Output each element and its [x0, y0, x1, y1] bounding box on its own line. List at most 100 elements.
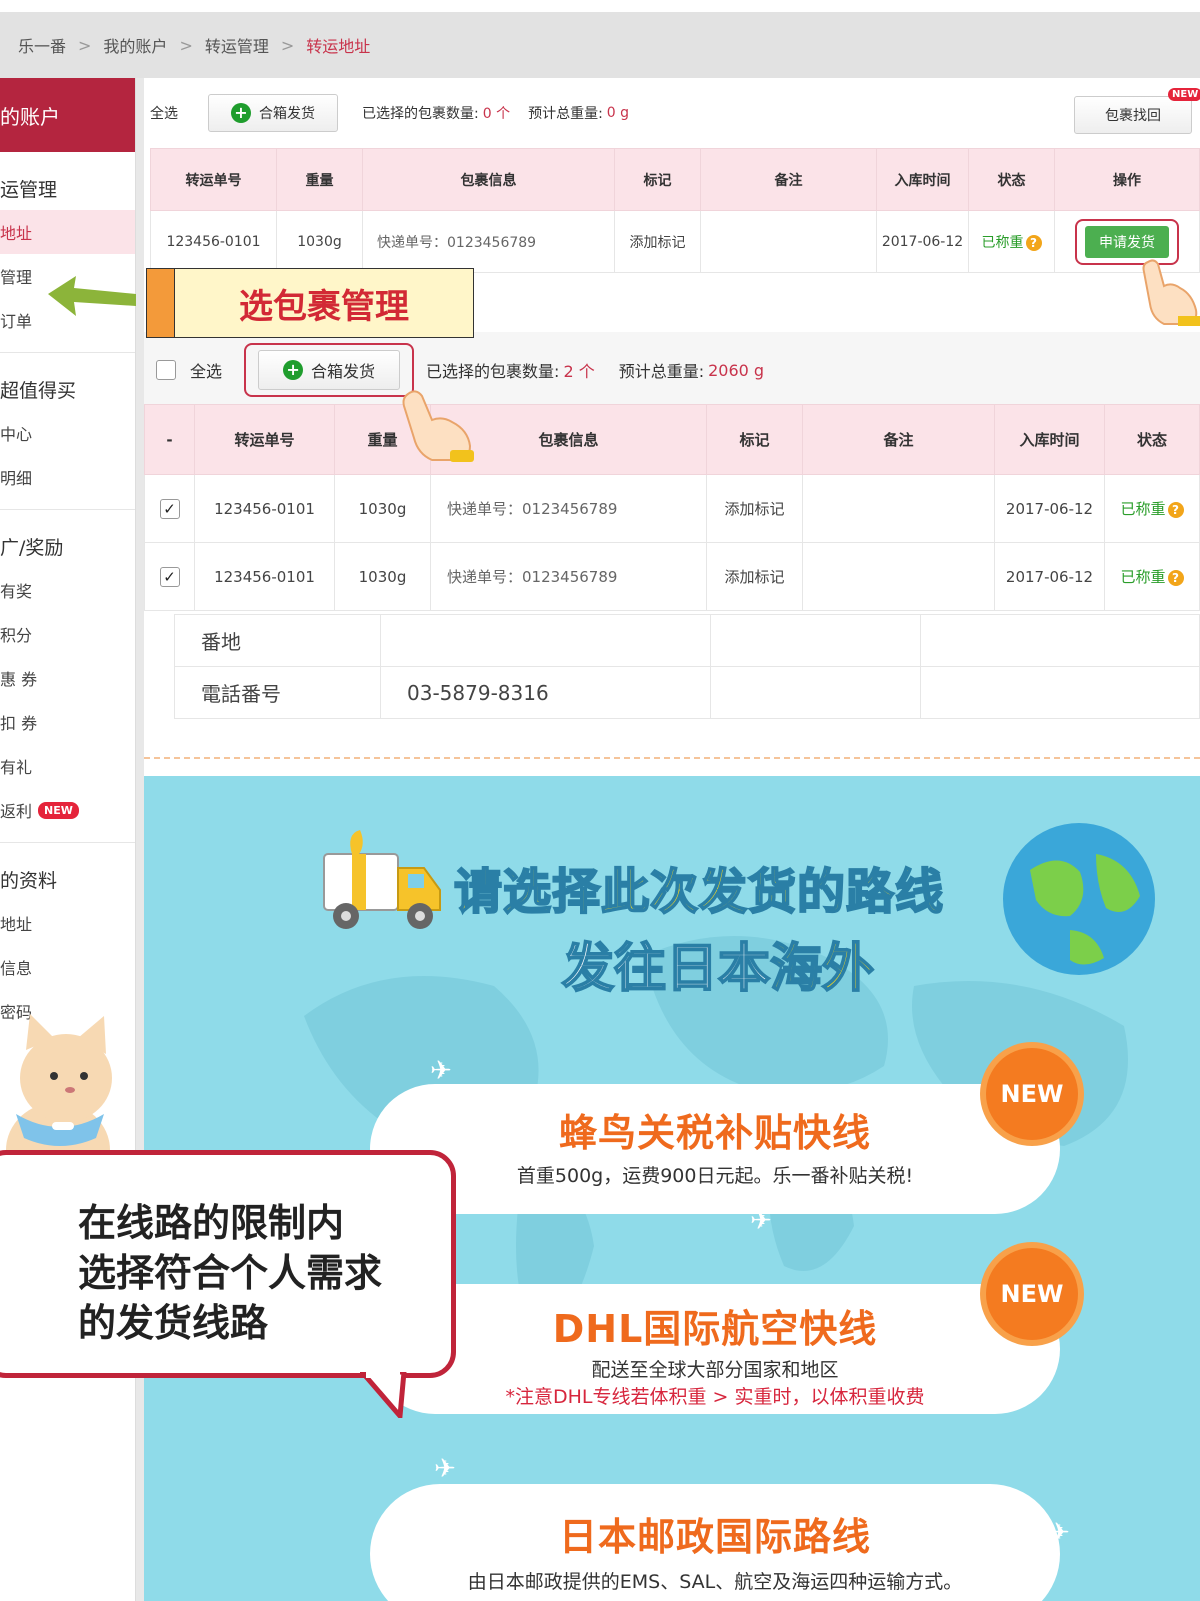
total-weight-value: 0 g	[606, 105, 630, 121]
sidebar-item-detail[interactable]: 明细	[0, 455, 135, 499]
merge-ship-button[interactable]: + 合箱发货	[208, 94, 338, 132]
address-value	[380, 614, 711, 667]
retrieve-package-button[interactable]: 包裹找回	[1074, 96, 1192, 134]
breadcrumb-account[interactable]: 我的账户	[103, 33, 167, 57]
col-header: 操作	[1054, 148, 1200, 211]
address-blank	[710, 666, 921, 719]
sidebar-section-title: 广/奖励	[0, 536, 64, 559]
banner-subtitle: 发往日本海外	[561, 926, 875, 1001]
sidebar-item-label: 返利	[0, 802, 33, 821]
route-card-hummingbird[interactable]: 蜂鸟关税补贴快线 首重500g，运费900日元起。乐一番补贴关税!	[370, 1084, 1060, 1214]
breadcrumb-current: 转运地址	[306, 37, 371, 56]
cell-id: 123456-0101	[194, 542, 335, 611]
route-card-dhl[interactable]: DHL国际航空快线 配送至全球大部分国家和地区 *注意DHL专线若体积重 > 实…	[370, 1284, 1060, 1414]
speech-line: 在线路的限制内	[78, 1201, 345, 1245]
cell-note	[802, 474, 995, 543]
row-checkbox[interactable]: ✓	[159, 566, 180, 587]
pointing-hand-icon	[402, 390, 474, 462]
sidebar-item-center[interactable]: 中心	[0, 411, 135, 455]
row-checkbox[interactable]: ✓	[159, 498, 180, 519]
col-header: 入库时间	[876, 148, 969, 211]
annotation-callout: 选包裹管理	[146, 268, 474, 338]
selected-count-label: 已选择的包裹数量:	[426, 362, 560, 381]
new-badge: NEW	[986, 1048, 1078, 1140]
route-desc: 由日本邮政提供的EMS、SAL、航空及海运四种运输方式。	[467, 1571, 963, 1593]
sidebar-item-points[interactable]: 积分	[0, 612, 135, 656]
breadcrumb-separator: >	[179, 35, 193, 55]
route-title: 日本邮政国际路线	[558, 1515, 871, 1559]
help-icon[interactable]: ?	[1167, 502, 1184, 518]
help-icon[interactable]: ?	[1025, 234, 1042, 251]
breadcrumb-separator: >	[78, 35, 92, 55]
total-weight-label: 预计总重量:	[618, 362, 705, 381]
airplane-icon: ✈	[430, 1056, 452, 1086]
cell-status: 已称重?	[968, 210, 1055, 273]
table-row: 電話番号 03-5879-8316	[174, 666, 1200, 719]
help-icon[interactable]: ?	[1167, 570, 1184, 586]
add-mark-link[interactable]: 添加标记	[706, 474, 803, 543]
sidebar-item-prize[interactable]: 有奖	[0, 568, 135, 612]
cell-info: 快递单号：0123456789	[362, 210, 615, 273]
total-weight-label: 预计总重量:	[528, 106, 603, 122]
banner-title: 请选择此次发货的路线	[453, 863, 945, 921]
sidebar-item-gift[interactable]: 有礼	[0, 744, 135, 788]
sidebar-divider	[0, 509, 135, 510]
col-header: 备注	[802, 404, 995, 475]
cell-date: 2017-06-12	[876, 210, 969, 273]
route-warning: *注意DHL专线若体积重 > 实重时，以体积重收费	[505, 1386, 925, 1408]
col-header: 状态	[1104, 404, 1200, 475]
sidebar-item-info[interactable]: 信息	[0, 945, 135, 989]
sidebar-item-coupon[interactable]: 惠 券	[0, 656, 135, 700]
plus-icon: +	[231, 103, 251, 123]
selected-count-value: 2 个	[563, 362, 595, 381]
screenshot-root: 乐一番 > 我的账户 > 转运管理 > 转运地址 的账户 运管理 地址 管理 订…	[0, 0, 1200, 1601]
add-mark-link[interactable]: 添加标记	[614, 210, 701, 273]
toolbar-top: 全选 + 合箱发货 已选择的包裹数量: 0 个 预计总重量: 0 g 包裹找回 …	[144, 78, 1200, 148]
cell-date: 2017-06-12	[994, 474, 1105, 543]
sidebar-section-title: 的资料	[0, 869, 58, 892]
select-all-checkbox[interactable]	[156, 360, 176, 380]
selected-count-label: 已选择的包裹数量:	[362, 106, 479, 122]
speech-line: 选择符合个人需求	[78, 1251, 383, 1295]
breadcrumb-home[interactable]: 乐一番	[18, 33, 66, 57]
breadcrumb-transfer[interactable]: 转运管理	[205, 33, 269, 57]
select-all-label[interactable]: 全选	[150, 103, 178, 123]
arrow-left-icon	[48, 276, 136, 316]
speech-text: 在线路的限制内 选择符合个人需求 的发货线路	[78, 1198, 382, 1348]
col-header: 转运单号	[150, 148, 277, 211]
route-card-japan-post[interactable]: 日本邮政国际路线 由日本邮政提供的EMS、SAL、航空及海运四种运输方式。	[370, 1484, 1060, 1601]
select-all-label[interactable]: 全选	[190, 358, 222, 382]
col-header: 标记	[614, 148, 701, 211]
sidebar-item-my-address[interactable]: 地址	[0, 901, 135, 945]
merge-ship-label: 合箱发货	[311, 362, 376, 381]
speech-line: 的发货线路	[78, 1301, 269, 1345]
new-badge: NEW	[986, 1248, 1078, 1340]
address-blank	[710, 614, 921, 667]
address-blank	[920, 666, 1200, 719]
package-table-top: 转运单号 重量 包裹信息 标记 备注 入库时间 状态 操作 123456-010…	[150, 148, 1200, 273]
add-mark-link[interactable]: 添加标记	[706, 542, 803, 611]
address-blank	[920, 614, 1200, 667]
route-desc: 配送至全球大部分国家和地区	[591, 1359, 839, 1381]
selected-count-value: 0 个	[482, 106, 511, 122]
col-header: -	[144, 404, 195, 475]
merge-ship-button[interactable]: + 合箱发货	[258, 350, 401, 390]
col-header: 状态	[968, 148, 1055, 211]
speech-bubble-tail	[360, 1372, 407, 1418]
sidebar-item-address[interactable]: 地址	[0, 210, 135, 254]
merge-ship-highlight: + 合箱发货	[244, 343, 415, 397]
col-header: 备注	[700, 148, 877, 211]
sidebar-item-deduct-coupon[interactable]: 扣 券	[0, 700, 135, 744]
toolbar-bottom: 全选 + 合箱发货 已选择的包裹数量: 2 个 预计总重量: 2060 g	[144, 332, 1200, 408]
sidebar-item-rebate[interactable]: 返利 NEW	[0, 788, 135, 832]
status-badge: 已称重	[981, 234, 1024, 251]
col-header: 标记	[706, 404, 803, 475]
address-value: 03-5879-8316	[380, 666, 711, 719]
table-row: 番地	[174, 614, 1200, 667]
route-title: DHL国际航空快线	[552, 1307, 878, 1351]
total-weight-value: 2060 g	[708, 360, 765, 380]
cell-weight: 1030g	[334, 542, 431, 611]
package-table-selected: - 转运单号 重量 包裹信息 标记 备注 入库时间 状态 ✓ 123456-01…	[144, 404, 1200, 611]
status-badge: 已称重	[1120, 568, 1166, 586]
sidebar-section-title: 超值得买	[0, 379, 77, 402]
